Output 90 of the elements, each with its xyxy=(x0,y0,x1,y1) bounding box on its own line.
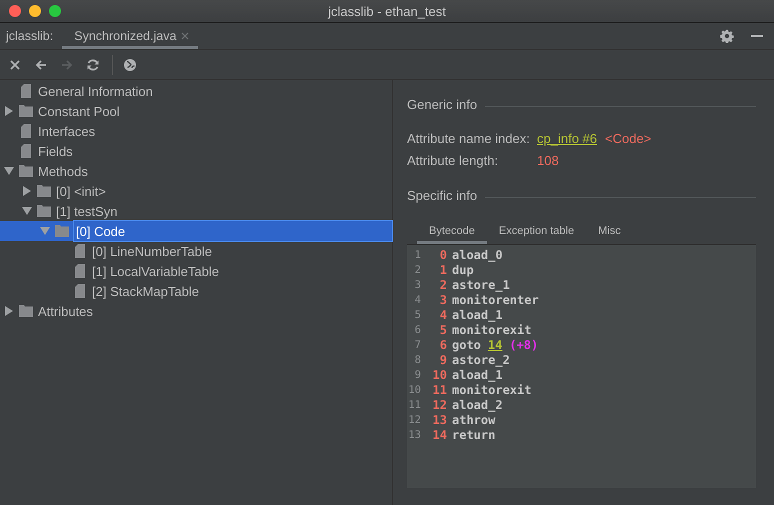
bytecode-offset: 1 xyxy=(438,262,447,276)
close-icon[interactable] xyxy=(8,58,22,72)
bytecode-offset: 5 xyxy=(438,322,447,336)
tree-item[interactable]: [0] Code xyxy=(0,221,392,241)
tree-item[interactable]: General Information xyxy=(0,81,392,101)
instruction: monitorexit xyxy=(452,322,532,336)
field-label: Attribute length: xyxy=(407,152,500,168)
instruction: goto xyxy=(452,338,481,352)
folder-icon xyxy=(19,105,33,117)
expand-arrow-icon[interactable] xyxy=(4,106,14,116)
expand-arrow-icon[interactable] xyxy=(4,306,14,316)
tree-item[interactable]: Fields xyxy=(0,141,392,161)
file-icon xyxy=(21,84,31,98)
bytecode-offset: 9 xyxy=(438,352,447,366)
bytecode-offset: 13 xyxy=(432,412,447,426)
folder-icon xyxy=(19,165,33,177)
instruction: athrow xyxy=(452,412,496,426)
file-tab[interactable]: Synchronized.java xyxy=(62,26,198,49)
branch-offset: (+8) xyxy=(509,338,538,352)
back-arrow-icon[interactable] xyxy=(34,58,48,72)
bytecode-offset: 11 xyxy=(432,382,447,396)
tree-item[interactable]: [2] StackMapTable xyxy=(0,281,392,301)
field-value: 108 xyxy=(537,152,559,168)
bytecode-offset: 10 xyxy=(432,368,447,382)
file-icon xyxy=(21,124,31,138)
folder-icon xyxy=(37,205,51,217)
zoom-window-button[interactable] xyxy=(49,5,61,17)
bytecode-offset: 0 xyxy=(438,248,447,262)
line-number: 7 xyxy=(414,338,422,350)
tree-item[interactable]: Attributes xyxy=(0,301,392,321)
bytecode-offset: 12 xyxy=(432,398,447,412)
instruction: aload_1 xyxy=(452,308,503,322)
bytecode-offset: 3 xyxy=(438,292,447,306)
tree-item[interactable]: Interfaces xyxy=(0,121,392,141)
file-icon xyxy=(75,244,85,258)
line-number: 13 xyxy=(407,428,422,440)
field-label: Attribute name index: xyxy=(407,130,531,146)
window-title: jclasslib - ethan_test xyxy=(326,4,447,18)
file-icon xyxy=(75,264,85,278)
line-number: 6 xyxy=(414,324,422,336)
tab[interactable]: Exception table xyxy=(486,221,586,244)
instruction: dup xyxy=(452,262,474,276)
constant-pool-link[interactable]: cp_info #6 xyxy=(537,130,597,146)
minimize-window-button[interactable] xyxy=(29,5,41,17)
line-number: 10 xyxy=(407,384,422,396)
tab[interactable]: Misc xyxy=(586,221,633,244)
line-number: 2 xyxy=(414,264,422,276)
reload-icon[interactable] xyxy=(86,58,100,72)
instruction: aload_2 xyxy=(452,398,503,412)
tree-item[interactable]: [1] testSyn xyxy=(0,201,392,221)
tree-item[interactable]: Methods xyxy=(0,161,392,181)
instruction: aload_1 xyxy=(452,368,503,382)
instruction: astore_2 xyxy=(452,352,510,366)
tree-item[interactable]: [0] <init> xyxy=(0,181,392,201)
line-number: 5 xyxy=(414,308,422,320)
bytecode-offset: 2 xyxy=(438,278,447,292)
file-icon xyxy=(21,144,31,158)
line-number: 9 xyxy=(414,368,422,380)
line-number: 11 xyxy=(407,398,422,410)
bytecode-offset: 14 xyxy=(432,428,447,442)
tree-item[interactable]: [0] LineNumberTable xyxy=(0,241,392,261)
branch-target-link[interactable]: 14 xyxy=(488,338,502,352)
instruction: return xyxy=(452,428,496,442)
instruction: aload_0 xyxy=(452,248,503,262)
line-number: 1 xyxy=(414,248,422,260)
globe-icon[interactable] xyxy=(123,58,137,72)
collapse-arrow-icon[interactable] xyxy=(4,166,14,176)
folder-icon xyxy=(55,225,69,237)
bytecode-offset: 4 xyxy=(438,308,447,322)
field-value: <Code> xyxy=(605,130,652,146)
tree-item[interactable]: [1] LocalVariableTable xyxy=(0,261,392,281)
instruction: monitorexit xyxy=(452,382,532,396)
line-number: 3 xyxy=(414,278,422,290)
line-number: 12 xyxy=(407,414,422,426)
line-number: 8 xyxy=(414,354,422,366)
folder-icon xyxy=(37,185,51,197)
section-title: Specific info xyxy=(407,188,478,202)
close-tab-icon[interactable] xyxy=(181,32,190,40)
folder-icon xyxy=(19,305,33,317)
tree-item[interactable]: Constant Pool xyxy=(0,101,392,121)
file-icon xyxy=(75,284,85,298)
expand-arrow-icon[interactable] xyxy=(22,186,32,196)
settings-icon[interactable] xyxy=(720,29,734,43)
section-title: Generic info xyxy=(407,96,478,112)
bytecode-offset: 6 xyxy=(438,338,447,352)
tab-bar-label: jclasslib: xyxy=(4,28,54,45)
instruction: monitorenter xyxy=(452,292,539,306)
line-number: 4 xyxy=(414,294,422,306)
instruction: astore_1 xyxy=(452,278,510,292)
close-window-button[interactable] xyxy=(9,5,21,17)
